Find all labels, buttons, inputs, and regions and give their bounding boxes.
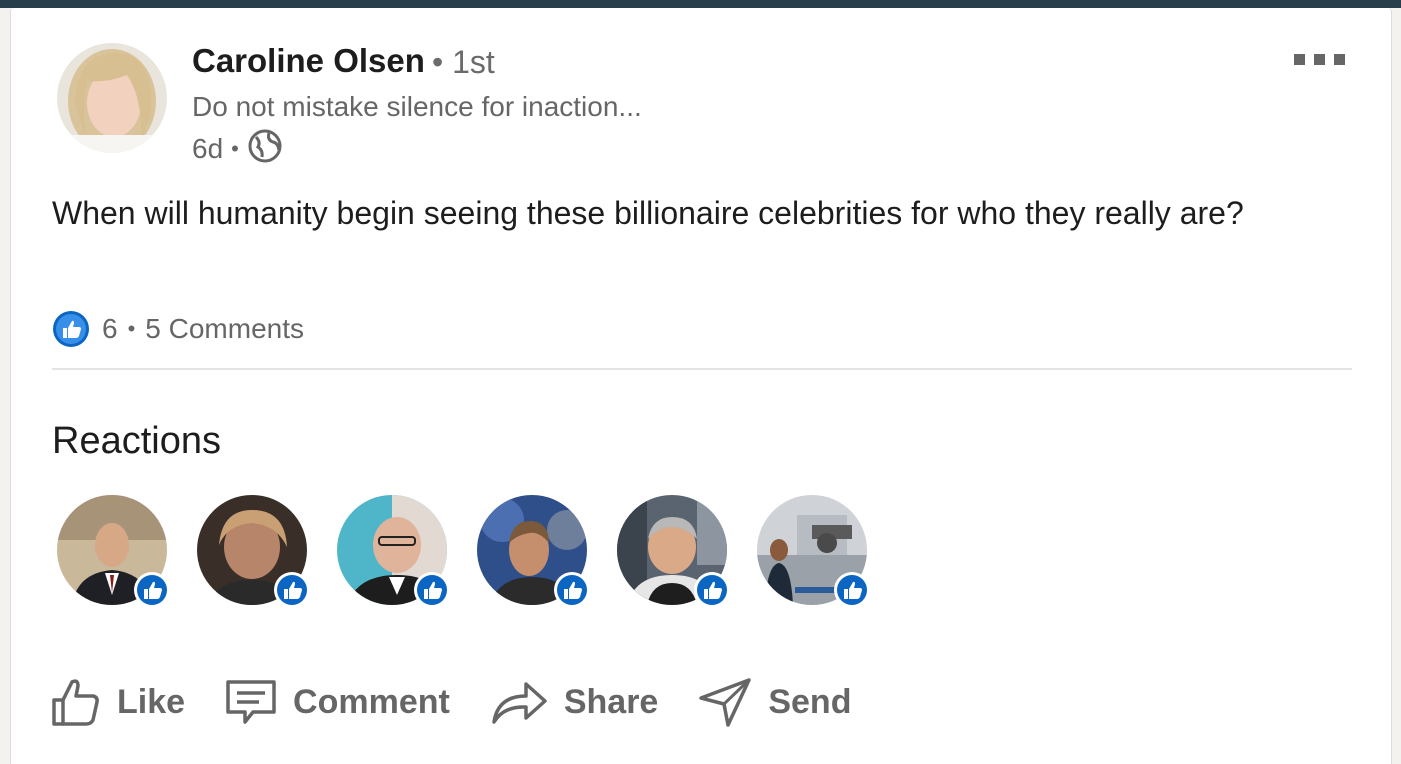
post-meta: 6d • [192, 129, 283, 169]
reactor-avatar[interactable] [197, 495, 311, 609]
divider [52, 368, 1352, 370]
post-actions: Like Comment Share Send [51, 670, 891, 734]
like-icon [553, 571, 591, 609]
post-card: Caroline Olsen • 1st Do not mistake sile… [10, 8, 1392, 764]
like-icon [833, 571, 871, 609]
send-label: Send [768, 682, 852, 721]
top-nav-bar [0, 0, 1401, 8]
post-time: 6d [192, 133, 224, 164]
like-button[interactable]: Like [51, 676, 185, 728]
like-icon [693, 571, 731, 609]
author-avatar[interactable] [57, 43, 167, 153]
share-label: Share [563, 682, 659, 721]
reactor-avatar[interactable] [617, 495, 731, 609]
meta-separator: • [231, 136, 239, 161]
comment-count[interactable]: 5 Comments [145, 313, 304, 345]
count-separator: • [127, 316, 136, 341]
share-icon [492, 682, 547, 724]
like-icon [273, 571, 311, 609]
author-headline: Do not mistake silence for inaction... [192, 91, 642, 122]
reactor-avatar[interactable] [757, 495, 871, 609]
thumbs-up-icon [52, 679, 99, 726]
more-options-icon[interactable] [1294, 52, 1354, 66]
like-label: Like [117, 682, 186, 721]
like-icon [413, 571, 451, 609]
comment-label: Comment [293, 682, 450, 721]
send-button[interactable]: Send [698, 676, 851, 728]
send-icon [699, 678, 752, 727]
share-button[interactable]: Share [490, 678, 659, 726]
post-text: When will humanity begin seeing these bi… [52, 195, 1244, 231]
like-icon [133, 571, 171, 609]
reactor-avatar[interactable] [477, 495, 591, 609]
comment-icon [226, 680, 276, 724]
reaction-count[interactable]: 6 [102, 313, 118, 345]
author-name[interactable]: Caroline Olsen [192, 42, 425, 80]
comment-button[interactable]: Comment [225, 679, 450, 725]
reactor-avatar[interactable] [337, 495, 451, 609]
social-counts[interactable]: 6 • 5 Comments [52, 309, 304, 349]
globe-icon [247, 128, 283, 171]
like-reaction-icon [52, 310, 90, 348]
reactions-title: Reactions [52, 420, 221, 462]
connection-degree: • 1st [432, 44, 495, 80]
reactor-avatar[interactable] [57, 495, 171, 609]
